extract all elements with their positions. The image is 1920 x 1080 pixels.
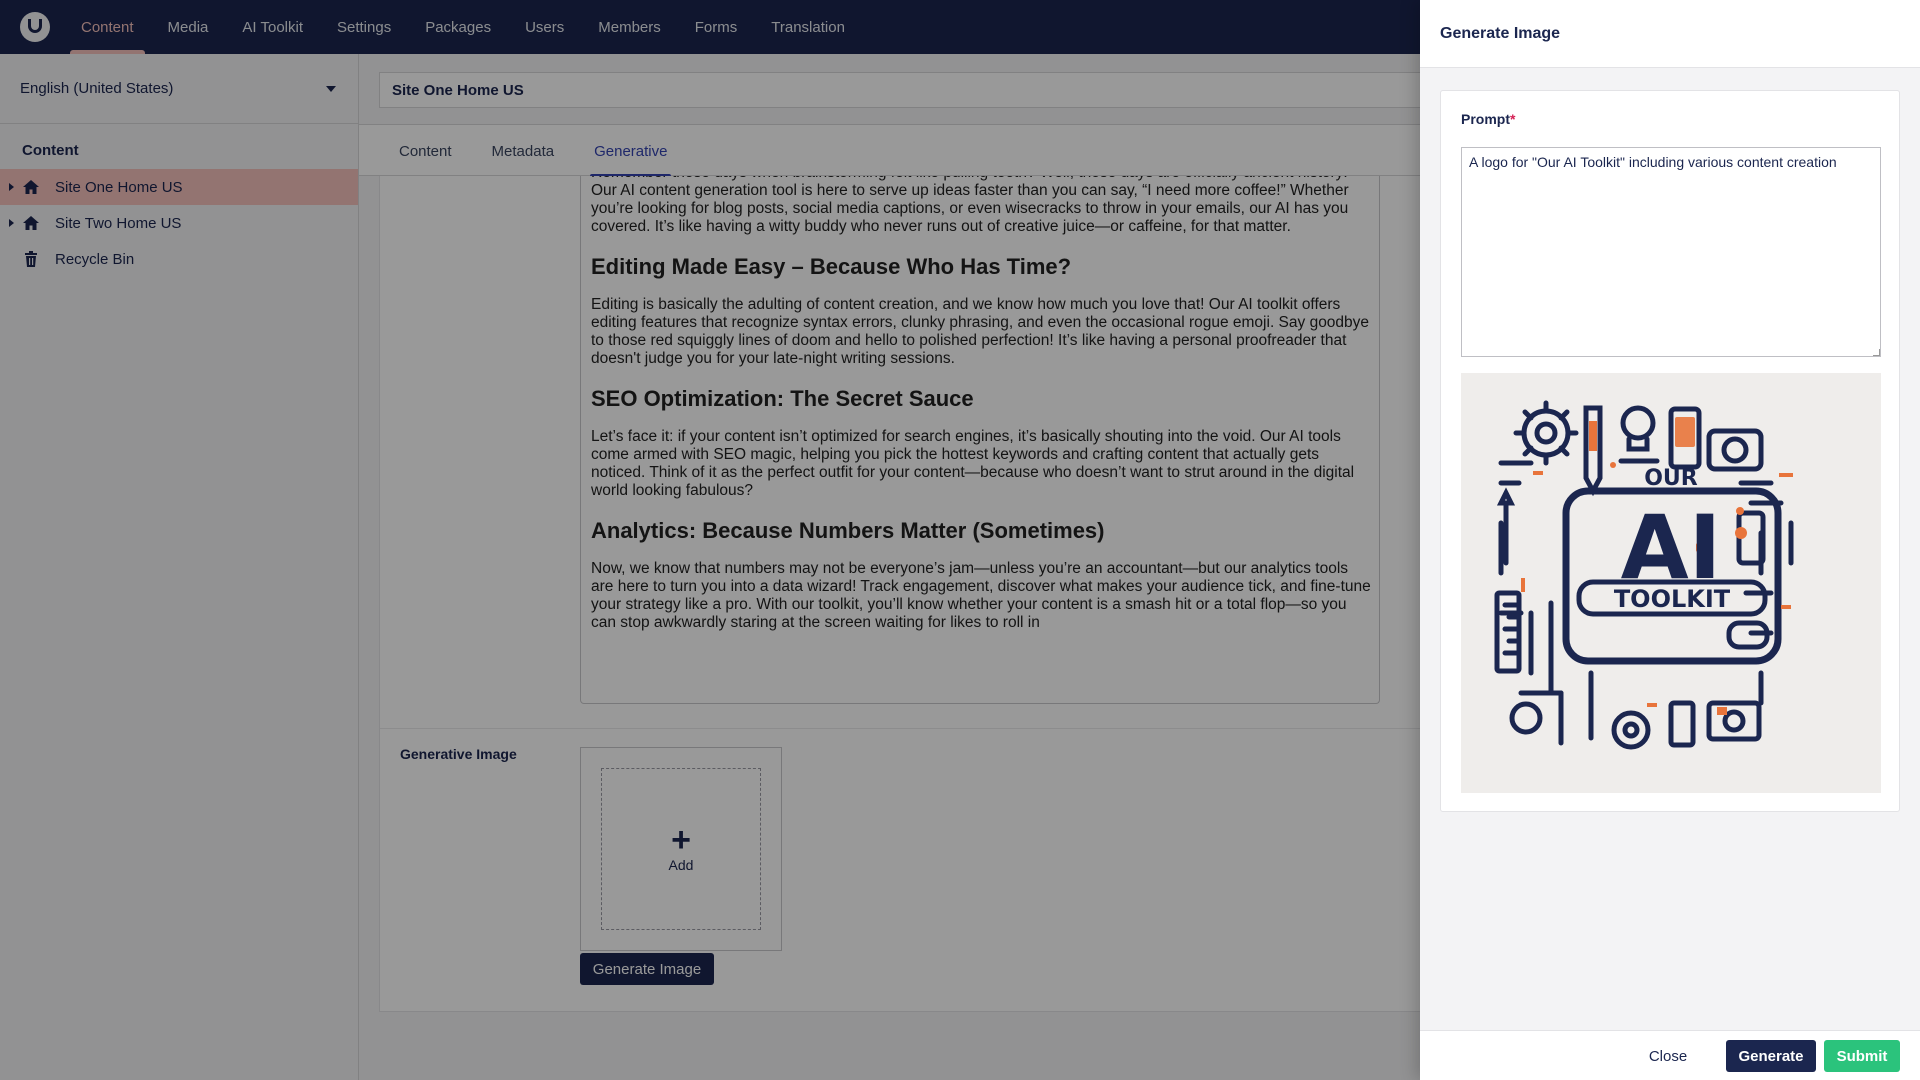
prompt-label-text: Prompt <box>1461 111 1510 127</box>
close-button[interactable]: Close <box>1638 1040 1698 1072</box>
required-mark: * <box>1510 111 1516 127</box>
generated-logo-image: OUR AI TOOLKIT <box>1461 373 1881 793</box>
logo-top-text: OUR <box>1644 466 1698 491</box>
dialog-card: Prompt* A logo for "Our AI Toolkit" incl… <box>1440 90 1900 812</box>
dialog-footer: Close Generate Submit <box>1420 1030 1920 1080</box>
generate-button[interactable]: Generate <box>1726 1040 1816 1072</box>
resize-handle-icon[interactable] <box>1873 349 1880 356</box>
dialog-title: Generate Image <box>1420 0 1920 68</box>
generate-image-dialog: Generate Image Prompt* A logo for "Our A… <box>1420 0 1920 1080</box>
submit-button[interactable]: Submit <box>1824 1040 1900 1072</box>
prompt-label: Prompt* <box>1461 111 1515 127</box>
logo-bottom-text: TOOLKIT <box>1614 585 1731 613</box>
prompt-textarea[interactable]: A logo for "Our AI Toolkit" including va… <box>1461 147 1881 357</box>
